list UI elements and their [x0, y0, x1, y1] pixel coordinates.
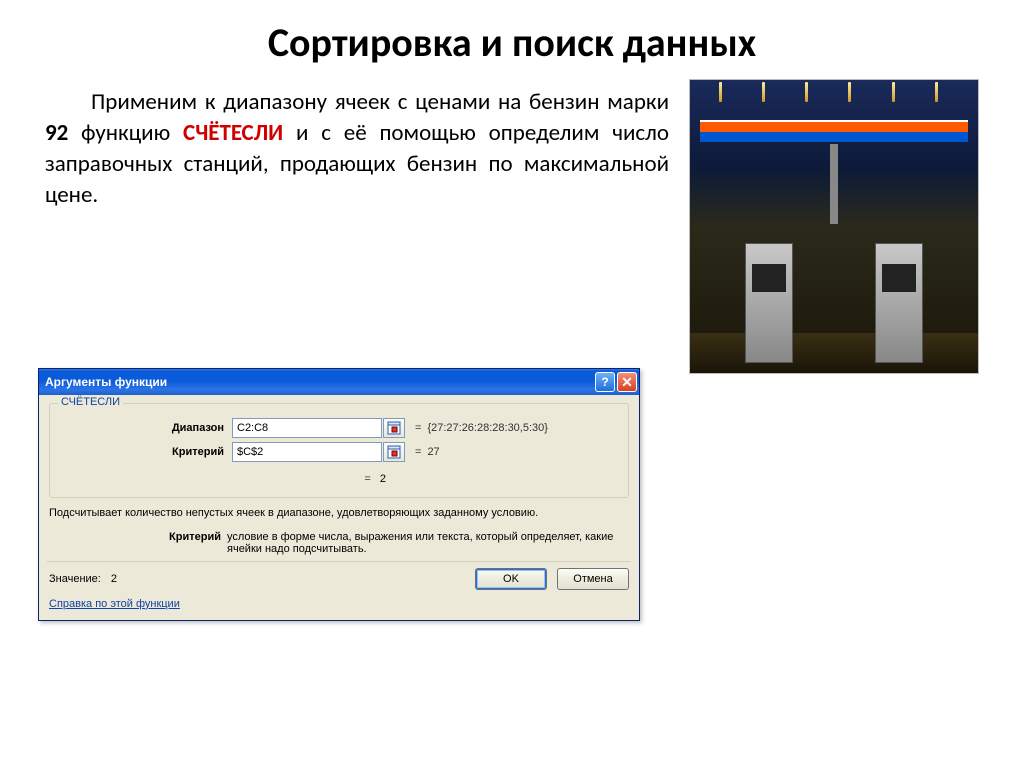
text-pre: Применим к диапазону ячеек с ценами на б…: [91, 88, 669, 116]
range-selector-icon: [387, 445, 401, 459]
criteria-preview: 27: [427, 446, 439, 458]
criteria-label: Критерий: [62, 446, 232, 458]
eq-sign: =: [405, 422, 427, 434]
help-button[interactable]: ?: [595, 372, 615, 392]
range-label: Диапазон: [62, 422, 232, 434]
text-mid: функцию: [68, 119, 183, 147]
text-92: 92: [45, 119, 68, 147]
arguments-groupbox: СЧЁТЕСЛИ Диапазон = {27:27:26:28:28:30,5…: [49, 403, 629, 498]
ok-button[interactable]: OK: [475, 568, 547, 590]
eq-sign: =: [405, 446, 427, 458]
help-icon: ?: [601, 375, 608, 389]
function-arguments-dialog: Аргументы функции ? ✕ СЧЁТЕСЛИ Диапазон …: [38, 368, 640, 621]
dialog-title: Аргументы функции: [45, 375, 167, 389]
eq-sign: =: [354, 473, 376, 485]
close-button[interactable]: ✕: [617, 372, 637, 392]
gas-station-photo: [689, 79, 979, 374]
function-help-link[interactable]: Справка по этой функции: [49, 598, 180, 610]
dialog-titlebar[interactable]: Аргументы функции ? ✕: [39, 369, 639, 395]
range-preview: {27:27:26:28:28:30,5:30}: [427, 422, 548, 434]
close-icon: ✕: [621, 375, 633, 389]
function-description: Подсчитывает количество непустых ячеек в…: [49, 506, 629, 521]
result-value: 2: [111, 573, 117, 585]
criteria-ref-button[interactable]: [383, 442, 405, 462]
inline-result: 2: [380, 473, 386, 485]
range-selector-icon: [387, 421, 401, 435]
slide-title: Сортировка и поиск данных: [0, 0, 1024, 79]
range-ref-button[interactable]: [383, 418, 405, 438]
range-input[interactable]: [232, 418, 382, 438]
divider: [47, 561, 631, 562]
groupbox-function-name: СЧЁТЕСЛИ: [58, 396, 123, 408]
function-name-red: СЧЁТЕСЛИ: [183, 119, 283, 147]
value-label: Значение:: [49, 573, 101, 585]
criteria-input[interactable]: [232, 442, 382, 462]
body-paragraph: Применим к диапазону ячеек с ценами на б…: [45, 79, 669, 374]
arg-help-text: условие в форме числа, выражения или тек…: [227, 531, 629, 555]
cancel-button[interactable]: Отмена: [557, 568, 629, 590]
arg-help-key: Критерий: [49, 531, 227, 555]
